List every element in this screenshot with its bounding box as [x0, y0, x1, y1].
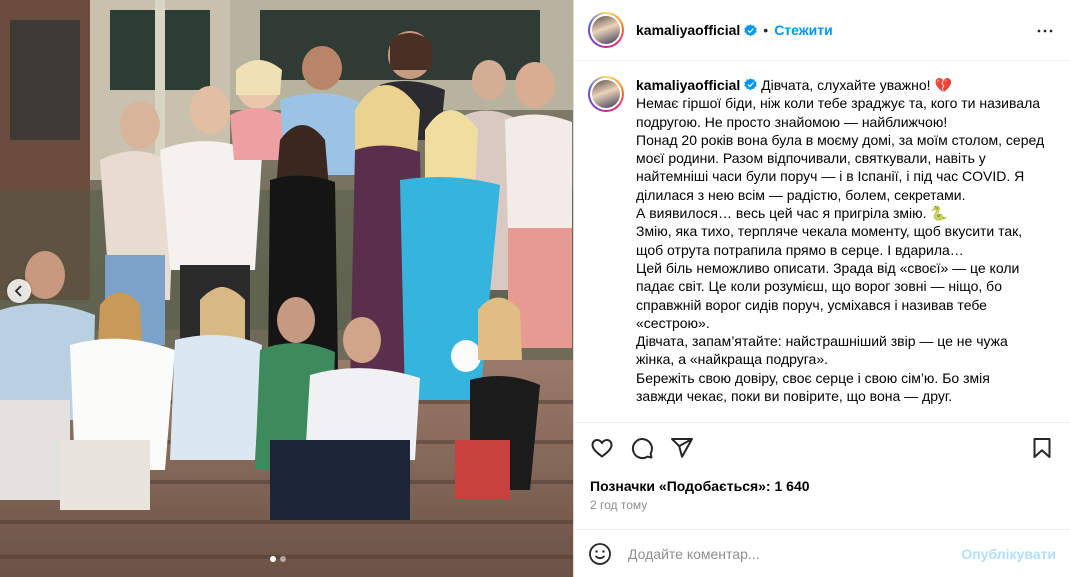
comment-input[interactable]	[628, 545, 948, 562]
post-detail-panel: kamaliyaofficial • Стежити kamaliyaoffic…	[573, 0, 1070, 577]
caption-line: найтемніші часи були поруч — і в Іспанії…	[636, 168, 1025, 185]
avatar[interactable]	[588, 12, 624, 48]
caption-line: щоб отрута потрапила прямо в серце. І вд…	[636, 241, 964, 258]
caption-username-link[interactable]: kamaliyaofficial	[636, 77, 740, 93]
publish-button[interactable]: Опублікувати	[961, 546, 1056, 562]
caption-line: А виявилося… весь цей час я пригріла змі…	[636, 205, 948, 222]
post-photo[interactable]	[0, 0, 573, 577]
carousel-dot-1	[270, 556, 276, 562]
save-bookmark-icon[interactable]	[1030, 436, 1054, 460]
emoji-icon[interactable]	[588, 542, 612, 566]
post-timestamp[interactable]: 2 год тому	[590, 498, 647, 512]
caption-line: подругою. Не просто знайомою — найближчо…	[636, 113, 948, 130]
more-horizontal-icon[interactable]	[1036, 22, 1054, 40]
like-heart-icon[interactable]	[590, 436, 614, 460]
caption: kamaliyaofficial Дівчата, слухайте уважн…	[588, 76, 1056, 405]
caption-line: завжди чекає, поки ви повірите, що вона …	[636, 388, 953, 405]
caption-line: «сестрою».	[636, 314, 710, 331]
carousel-prev-button[interactable]	[7, 279, 31, 303]
caption-line: Понад 20 років вона була в моєму домі, з…	[636, 131, 1045, 148]
caption-line: Немає гіршої біди, ніж коли тебе зраджує…	[636, 95, 1041, 112]
caption-line: жінка, а «найкраща подруга».	[636, 351, 829, 368]
header-separator: •	[763, 22, 769, 38]
caption-line: Цей біль неможливо описати. Зрада від «с…	[636, 259, 1020, 276]
caption-line: Бережіть свою довіру, своє серце і свою …	[636, 369, 990, 386]
likes-count[interactable]: Позначки «Подобається»: 1 640	[590, 478, 810, 494]
caption-first-line: kamaliyaofficial Дівчата, слухайте уважн…	[636, 76, 1056, 94]
comments-scroll-area[interactable]: kamaliyaofficial Дівчата, слухайте уважн…	[574, 62, 1070, 422]
caption-line: ділилася з нею всім — радістю, болем, се…	[636, 186, 966, 203]
caption-first-text: Дівчата, слухайте уважно! 💔	[757, 77, 952, 93]
caption-line: Дівчата, запам’ятайте: найстрашніший зві…	[636, 333, 1008, 350]
caption-line: Змію, яка тихо, терпляче чекала моменту,…	[636, 223, 1023, 240]
caption-avatar[interactable]	[588, 76, 624, 112]
username-link[interactable]: kamaliyaofficial	[636, 22, 740, 38]
comment-bubble-icon[interactable]	[630, 436, 654, 460]
action-bar	[574, 422, 1070, 472]
verified-badge-icon	[744, 23, 757, 36]
caption-line: моєї родини. Разом відпочивали, святкува…	[636, 150, 986, 167]
caption-text: kamaliyaofficial Дівчата, слухайте уважн…	[636, 76, 1056, 405]
caption-line: справжній ворог сидів поруч, усміхався і…	[636, 296, 987, 313]
verified-badge-icon	[744, 78, 757, 91]
caption-line: падає світ. Це коли розумієш, що ворог з…	[636, 278, 1002, 295]
follow-button[interactable]: Стежити	[774, 22, 833, 38]
comment-form: Опублікувати	[574, 529, 1070, 577]
group-photo-image	[0, 0, 573, 577]
chevron-left-icon	[14, 285, 22, 297]
share-send-icon[interactable]	[670, 436, 694, 460]
post-header: kamaliyaofficial • Стежити	[574, 0, 1070, 61]
carousel-indicator	[270, 556, 286, 562]
carousel-dot-2	[280, 556, 286, 562]
caption-body: Немає гіршої біди, ніж коли тебе зраджує…	[636, 94, 1056, 405]
